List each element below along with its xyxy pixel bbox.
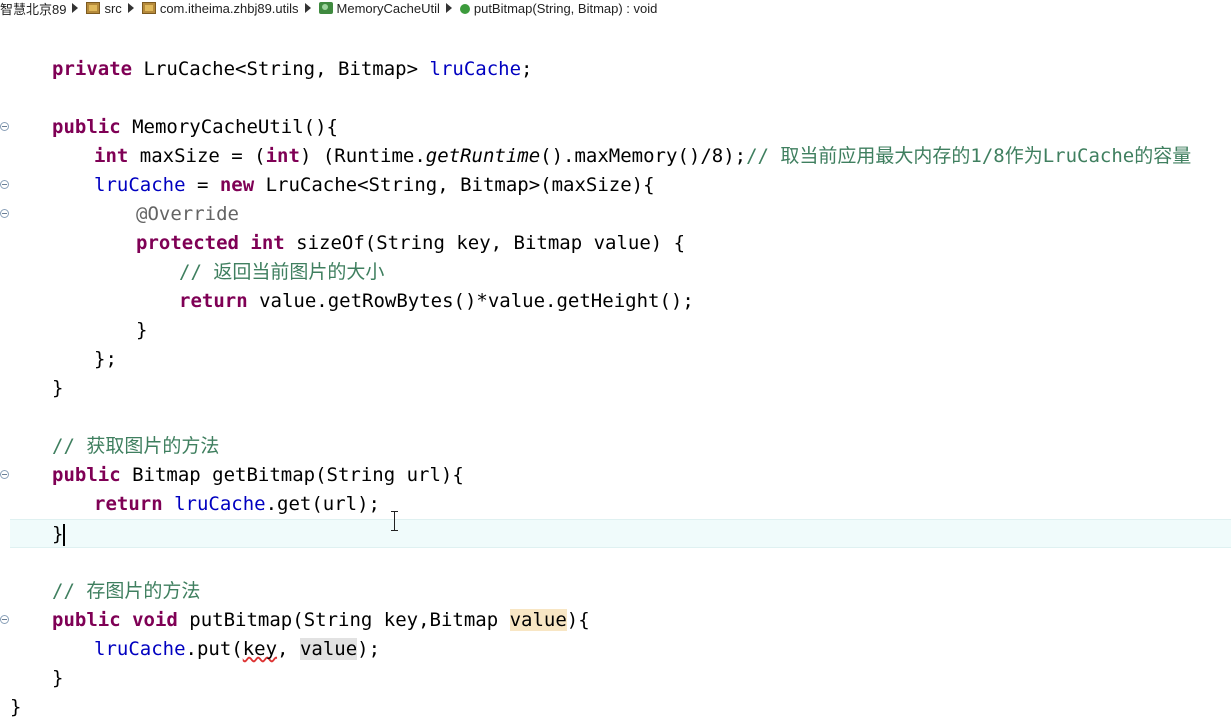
keyword-return: return xyxy=(94,493,163,515)
keyword-int: int xyxy=(265,145,300,167)
breadcrumb-project-label: 智慧北京89 xyxy=(0,1,67,17)
code-line-putbitmap[interactable]: public void putBitmap(String key,Bitmap … xyxy=(0,606,1231,635)
keyword-int: int xyxy=(94,145,129,167)
source-folder-icon xyxy=(86,2,101,14)
code-line-close-class[interactable]: } xyxy=(0,693,1231,722)
breadcrumb-class[interactable]: MemoryCacheUtil xyxy=(317,1,440,16)
code-line-close-ctor[interactable]: } xyxy=(0,374,1231,403)
code-text: putBitmap(String key,Bitmap xyxy=(177,609,510,631)
code-comment: // 取当前应用最大内存的1/8作为LruCache的容量 xyxy=(746,145,1192,167)
keyword-public: public xyxy=(52,609,121,631)
code-text: ().maxMemory()/8); xyxy=(540,145,747,167)
code-text: .get(url); xyxy=(265,493,380,515)
code-comment: // 获取图片的方法 xyxy=(52,435,220,457)
field-type: LruCache<String, Bitmap> xyxy=(132,58,430,80)
ibeam-cursor-icon xyxy=(390,511,399,531)
keyword-return: return xyxy=(179,290,248,312)
code-line-lrucache-assign[interactable]: lruCache = new LruCache<String, Bitmap>(… xyxy=(0,171,1231,200)
code-line-put-call[interactable]: lruCache.put(key, value); xyxy=(0,635,1231,664)
occurrence-highlight-read: value xyxy=(299,638,358,660)
code-text: value.getRowBytes()*value.getHeight(); xyxy=(247,290,694,312)
occurrence-highlight-write: value xyxy=(509,609,567,631)
keyword-protected: protected xyxy=(136,232,239,254)
code-text: ); xyxy=(357,638,381,660)
code-line-comment-get[interactable]: // 获取图片的方法 xyxy=(0,432,1231,461)
keyword-new: new xyxy=(219,174,255,196)
code-text: .put( xyxy=(185,638,243,660)
annotation-override: @Override xyxy=(136,203,239,225)
ctor-signature: MemoryCacheUtil(){ xyxy=(120,116,338,138)
breadcrumb-package-label: com.itheima.zhbj89.utils xyxy=(159,0,299,16)
breadcrumb: 智慧北京89 src com.itheima.zhbj89.utils Memo… xyxy=(0,0,1231,16)
spelling-warning: key xyxy=(242,638,278,660)
package-icon xyxy=(141,2,156,14)
field-ref: lruCache xyxy=(94,174,186,196)
code-line-sizeof[interactable]: protected int sizeOf(String key, Bitmap … xyxy=(0,229,1231,258)
keyword-public: public xyxy=(52,464,121,486)
breadcrumb-method[interactable]: putBitmap(String, Bitmap) : void xyxy=(458,0,658,16)
code-comment: // 存图片的方法 xyxy=(52,580,201,602)
code-line-getbitmap[interactable]: public Bitmap getBitmap(String url){ xyxy=(0,461,1231,490)
breadcrumb-package[interactable]: com.itheima.zhbj89.utils xyxy=(140,1,299,16)
code-text: } xyxy=(52,667,64,689)
code-text: } xyxy=(52,523,64,545)
keyword-private: private xyxy=(52,58,133,80)
code-text: ) (Runtime. xyxy=(299,145,426,167)
chevron-right-icon xyxy=(72,3,79,13)
code-line-ctor[interactable]: public MemoryCacheUtil(){ xyxy=(0,113,1231,142)
breadcrumb-project[interactable]: 智慧北京89 xyxy=(0,0,67,17)
chevron-right-icon xyxy=(445,3,452,13)
code-comment: // 返回当前图片的大小 xyxy=(179,261,385,283)
code-line-field-decl[interactable]: private LruCache<String, Bitmap> lruCach… xyxy=(0,55,1231,84)
code-text: }; xyxy=(94,348,117,370)
field-ref: lruCache xyxy=(174,493,266,515)
code-line-return-get[interactable]: return lruCache.get(url); xyxy=(0,490,1231,519)
code-line-close-put[interactable]: } xyxy=(0,664,1231,693)
code-line-maxsize[interactable]: int maxSize = (int) (Runtime.getRuntime(… xyxy=(0,142,1231,171)
keyword-void: void xyxy=(132,609,178,631)
code-line-close-anon[interactable]: }; xyxy=(0,345,1231,374)
chevron-right-icon xyxy=(127,3,134,13)
code-text: maxSize = ( xyxy=(128,145,266,167)
code-line-close-sizeof[interactable]: } xyxy=(0,316,1231,345)
keyword-int: int xyxy=(250,232,285,254)
field-name: lruCache xyxy=(429,58,522,80)
field-ref: lruCache xyxy=(94,638,186,660)
code-line-override[interactable]: @Override xyxy=(0,200,1231,229)
code-line-current[interactable]: } xyxy=(10,519,1231,548)
code-editor[interactable]: private LruCache<String, Bitmap> lruCach… xyxy=(0,16,1231,719)
static-method-call: getRuntime xyxy=(425,145,541,167)
breadcrumb-src-label: src xyxy=(104,0,122,16)
text-caret xyxy=(63,523,66,546)
breadcrumb-src[interactable]: src xyxy=(84,0,122,16)
keyword-public: public xyxy=(52,116,121,138)
code-line-return-size[interactable]: return value.getRowBytes()*value.getHeig… xyxy=(0,287,1231,316)
code-line-comment-put[interactable]: // 存图片的方法 xyxy=(0,577,1231,606)
code-text: } xyxy=(10,696,22,718)
code-text: , xyxy=(277,638,300,660)
code-line-comment-size[interactable]: // 返回当前图片的大小 xyxy=(0,258,1231,287)
code-text: } xyxy=(52,377,64,399)
code-text: = xyxy=(185,174,220,196)
class-icon xyxy=(318,2,333,14)
chevron-right-icon xyxy=(304,3,311,13)
breadcrumb-method-label: putBitmap(String, Bitmap) : void xyxy=(473,0,658,16)
method-icon xyxy=(459,4,470,14)
code-text: Bitmap getBitmap(String url){ xyxy=(120,464,464,486)
code-text: LruCache<String, Bitmap>(maxSize){ xyxy=(254,174,655,196)
breadcrumb-class-label: MemoryCacheUtil xyxy=(336,0,440,16)
code-text: ){ xyxy=(566,609,590,631)
code-text: sizeOf(String key, Bitmap value) { xyxy=(284,232,686,254)
semicolon: ; xyxy=(521,58,533,80)
code-text: } xyxy=(136,319,148,341)
